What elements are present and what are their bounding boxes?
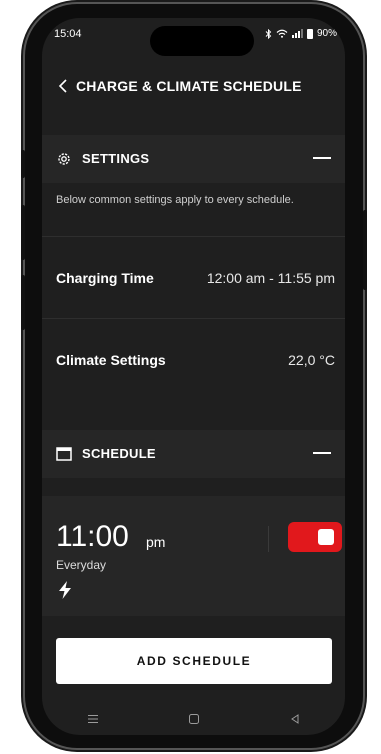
app-screen: 15:04 90% CHARGE & CLIMATE SCHEDULE SETT… — [42, 18, 345, 735]
signal-icon — [291, 29, 303, 38]
volume-up-button — [21, 205, 25, 260]
status-indicators: 90% — [265, 28, 337, 39]
schedule-item[interactable]: 11:00 pm Everyday — [42, 496, 345, 616]
lightning-bolt-icon — [59, 581, 71, 599]
climate-settings-value: 22,0 °C — [288, 352, 335, 368]
status-bar: 15:04 90% — [42, 18, 345, 56]
page-title: CHARGE & CLIMATE SCHEDULE — [76, 78, 302, 94]
climate-settings-row[interactable]: Climate Settings 22,0 °C — [42, 318, 345, 400]
charging-time-value: 12:00 am - 11:55 pm — [206, 270, 335, 286]
settings-title: SETTINGS — [82, 151, 150, 166]
charging-time-label: Charging Time — [56, 270, 154, 286]
climate-settings-label: Climate Settings — [56, 352, 166, 368]
toggle-knob — [318, 529, 334, 545]
menu-icon[interactable] — [87, 714, 99, 724]
schedule-time: 11:00 — [56, 520, 129, 553]
schedule-ampm: pm — [146, 534, 166, 550]
volume-down-button — [21, 275, 25, 330]
status-time: 15:04 — [54, 28, 82, 40]
battery-icon — [306, 28, 313, 39]
mute-switch — [21, 150, 25, 178]
schedule-section-header[interactable]: SCHEDULE — [42, 430, 345, 478]
settings-section-header[interactable]: SETTINGS — [42, 135, 345, 183]
schedule-toggle[interactable] — [288, 522, 342, 552]
collapse-icon[interactable] — [313, 452, 331, 454]
add-schedule-button[interactable]: ADD SCHEDULE — [56, 638, 332, 684]
gear-icon — [58, 153, 70, 165]
calendar-icon — [56, 447, 72, 461]
dynamic-island — [150, 26, 254, 56]
collapse-icon[interactable] — [313, 157, 331, 159]
back-icon[interactable] — [289, 713, 301, 725]
system-nav-bar — [42, 702, 345, 735]
charging-time-row[interactable]: Charging Time 12:00 am - 11:55 pm — [42, 236, 345, 318]
schedule-title: SCHEDULE — [82, 446, 156, 461]
schedule-repeat: Everyday — [56, 558, 107, 572]
bluetooth-icon — [265, 28, 272, 39]
wifi-icon — [276, 29, 288, 38]
header-bar: CHARGE & CLIMATE SCHEDULE — [42, 66, 345, 106]
home-icon[interactable] — [188, 713, 200, 725]
settings-description: Below common settings apply to every sch… — [56, 194, 294, 206]
chevron-left-icon[interactable] — [56, 78, 72, 94]
power-button — [363, 210, 367, 290]
battery-percent: 90% — [316, 28, 337, 39]
separator — [268, 526, 269, 552]
